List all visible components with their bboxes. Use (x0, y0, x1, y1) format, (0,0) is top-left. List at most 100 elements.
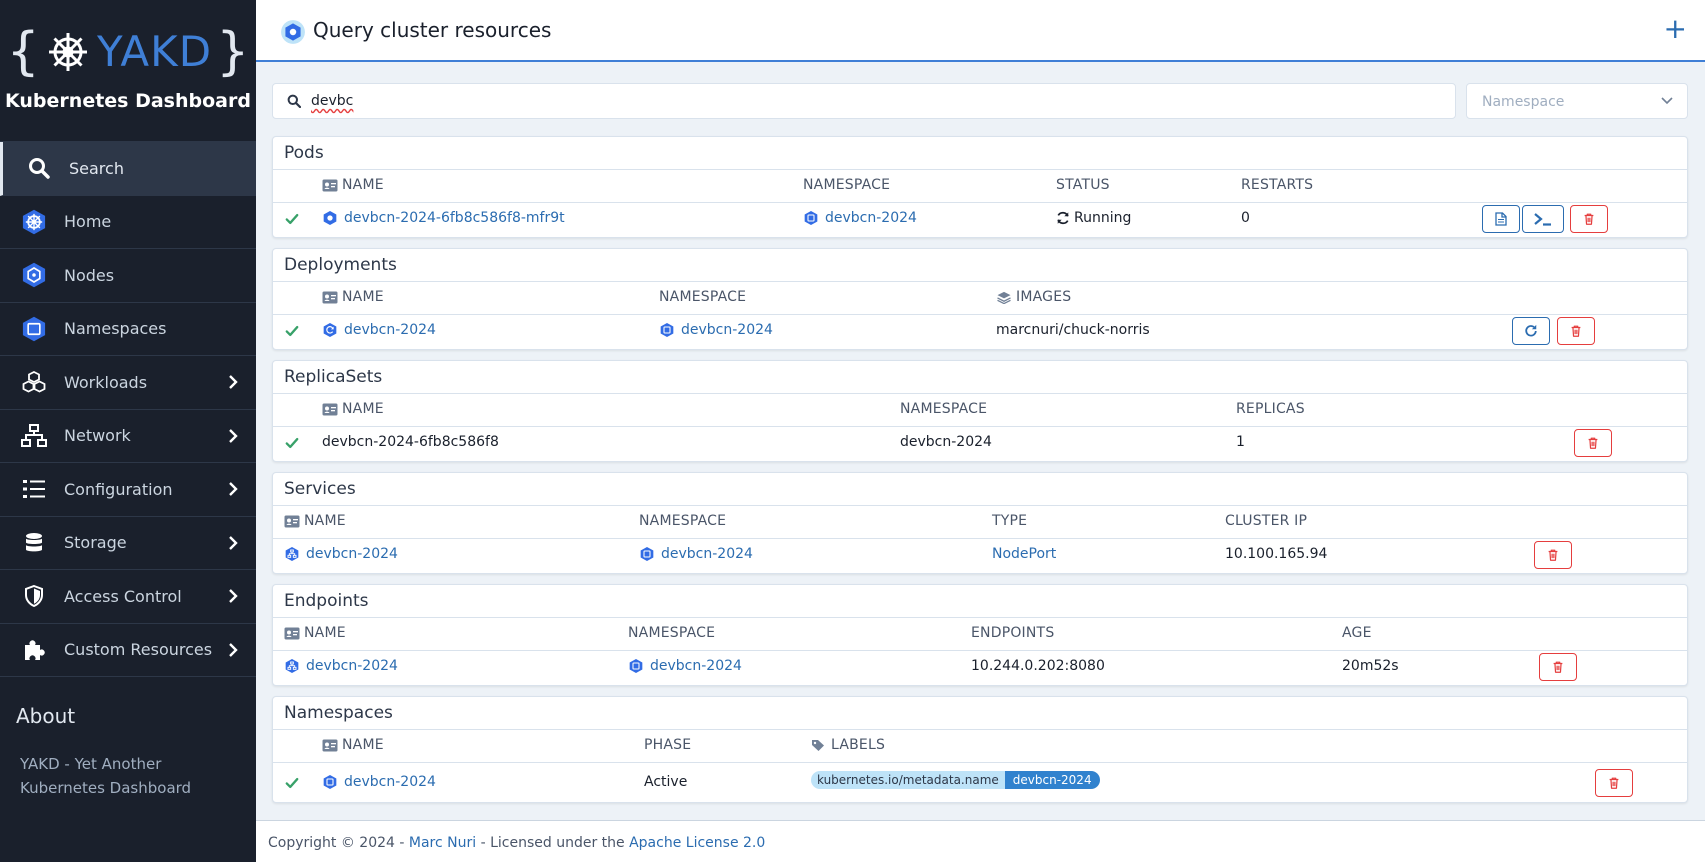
author-link[interactable]: Marc Nuri (409, 835, 476, 851)
sidebar-item-label: Search (69, 158, 124, 178)
list-icon (20, 475, 48, 503)
add-button[interactable]: + (1664, 14, 1687, 44)
license-link[interactable]: Apache License 2.0 (629, 835, 765, 851)
pod-terminal-button[interactable] (1522, 205, 1564, 233)
column-header-name[interactable]: NAME (322, 401, 384, 417)
service-delete-button[interactable] (1534, 541, 1572, 569)
namespace-link[interactable]: devbcn-2024 (681, 322, 773, 338)
sidebar-item-nodes[interactable]: Nodes (0, 249, 256, 303)
file-icon (1495, 212, 1507, 226)
replicaset-replicas-cell: 1 (1236, 434, 1245, 450)
endpoints-card: Endpoints NAME NAMESPACE ENDPOINTS AGE d… (272, 584, 1688, 686)
namespace-link[interactable]: devbcn-2024 (650, 658, 742, 674)
column-header-namespace[interactable]: NAMESPACE (803, 177, 890, 193)
column-header-endpoints[interactable]: ENDPOINTS (971, 625, 1054, 641)
namespace-delete-button[interactable] (1595, 769, 1633, 797)
sidebar-item-label: Configuration (64, 479, 173, 499)
namespace-link[interactable]: devbcn-2024 (825, 210, 917, 226)
pod-link[interactable]: devbcn-2024-6fb8c586f8-mfr9t (344, 210, 565, 226)
pod-logs-button[interactable] (1482, 205, 1520, 233)
column-header-name[interactable]: NAME (322, 177, 384, 193)
column-header-phase[interactable]: PHASE (644, 737, 691, 753)
column-header-age[interactable]: AGE (1342, 625, 1372, 641)
sidebar-item-label: Namespaces (64, 319, 167, 339)
sidebar-item-workloads[interactable]: Workloads (0, 356, 256, 410)
sidebar-item-network[interactable]: Network (0, 410, 256, 463)
chevron-right-icon (229, 589, 238, 603)
page-header: Query cluster resources + (256, 0, 1705, 62)
sidebar-item-label: Network (64, 426, 131, 446)
sidebar-item-configuration[interactable]: Configuration (0, 463, 256, 517)
column-header-images[interactable]: IMAGES (996, 289, 1071, 305)
namespace-link[interactable]: devbcn-2024 (344, 774, 436, 790)
logo-name: YAKD (97, 27, 213, 76)
shield-icon (20, 582, 48, 610)
column-header-restarts[interactable]: RESTARTS (1241, 177, 1313, 193)
trash-icon (1569, 324, 1583, 338)
service-namespace-cell: devbcn-2024 (639, 546, 753, 562)
sidebar-item-namespaces[interactable]: Namespaces (0, 303, 256, 356)
endpoint-name-cell: devbcn-2024 (284, 658, 398, 674)
sidebar-item-storage[interactable]: Storage (0, 517, 256, 570)
namespace-icon (639, 546, 655, 562)
endpoint-delete-button[interactable] (1539, 653, 1577, 681)
yakd-logo[interactable]: { YAKD } (0, 22, 256, 82)
service-icon (284, 546, 300, 562)
deployment-restart-button[interactable] (1512, 317, 1550, 345)
search-input[interactable]: devbc (272, 83, 1456, 119)
column-header-labels[interactable]: LABELS (811, 737, 885, 753)
chevron-right-icon (229, 375, 238, 389)
trash-icon (1546, 548, 1560, 562)
label-value: devbcn-2024 (1004, 771, 1100, 789)
deployment-namespace-cell: devbcn-2024 (659, 322, 773, 338)
namespace-select[interactable]: Namespace (1466, 83, 1688, 119)
column-header-name[interactable]: NAME (322, 737, 384, 753)
column-header-name[interactable]: NAME (284, 513, 346, 529)
sidebar-item-label: Workloads (64, 372, 148, 392)
sidebar-item-home[interactable]: Home (0, 196, 256, 249)
deployment-delete-button[interactable] (1557, 317, 1595, 345)
replicaset-namespace-cell: devbcn-2024 (900, 434, 992, 450)
sidebar-item-search[interactable]: Search (0, 142, 256, 196)
column-header-type[interactable]: TYPE (992, 513, 1027, 529)
trash-icon (1582, 212, 1596, 226)
pod-delete-button[interactable] (1570, 205, 1608, 233)
namespace-icon (659, 322, 675, 338)
column-header-cluster-ip[interactable]: CLUSTER IP (1225, 513, 1307, 529)
sidebar-item-label: Storage (64, 533, 127, 553)
deployment-link[interactable]: devbcn-2024 (344, 322, 436, 338)
column-header-namespace[interactable]: NAMESPACE (659, 289, 746, 305)
id-card-icon (322, 403, 338, 416)
column-header-namespace[interactable]: NAMESPACE (900, 401, 987, 417)
column-header-namespace[interactable]: NAMESPACE (628, 625, 715, 641)
sidebar-item-custom-resources[interactable]: Custom Resources (0, 624, 256, 677)
service-type-cell: NodePort (992, 546, 1056, 562)
sidebar-item-access-control[interactable]: Access Control (0, 570, 256, 624)
chevron-right-icon (229, 482, 238, 496)
column-header-name[interactable]: NAME (322, 289, 384, 305)
sidebar: { YAKD } Kubernetes Dashboard Search Hom… (0, 0, 256, 862)
service-type-link[interactable]: NodePort (992, 546, 1056, 562)
id-card-icon (322, 739, 338, 752)
endpoint-link[interactable]: devbcn-2024 (306, 658, 398, 674)
column-header-replicas[interactable]: REPLICAS (1236, 401, 1305, 417)
column-header-name[interactable]: NAME (284, 625, 346, 641)
helm-wheel-icon (48, 33, 87, 71)
card-title: Services (284, 479, 356, 499)
service-link[interactable]: devbcn-2024 (306, 546, 398, 562)
chevron-right-icon (229, 535, 238, 550)
column-header-status[interactable]: STATUS (1056, 177, 1110, 193)
column-header-namespace[interactable]: NAMESPACE (639, 513, 726, 529)
chevron-down-icon (1661, 97, 1673, 105)
network-icon (20, 422, 48, 450)
id-card-icon (322, 179, 338, 192)
database-icon (20, 529, 48, 557)
search-page-icon (281, 20, 305, 44)
tags-icon (812, 739, 824, 751)
namespace-placeholder: Namespace (1482, 94, 1565, 110)
replicaset-delete-button[interactable] (1574, 429, 1612, 457)
card-title: Namespaces (284, 703, 393, 723)
trash-icon (1607, 776, 1621, 790)
pod-restarts-cell: 0 (1241, 210, 1250, 226)
namespace-link[interactable]: devbcn-2024 (661, 546, 753, 562)
